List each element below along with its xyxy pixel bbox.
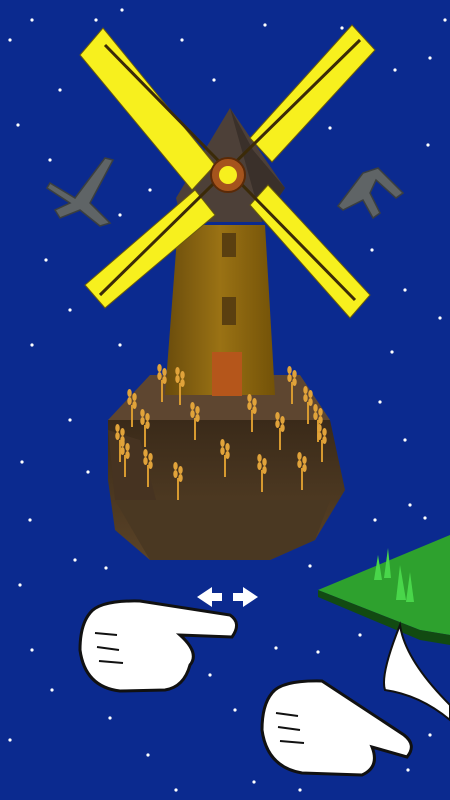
star — [48, 158, 52, 162]
star — [340, 26, 344, 30]
star — [108, 716, 112, 720]
star — [120, 8, 124, 12]
star — [370, 248, 374, 252]
star — [443, 18, 447, 22]
star — [403, 438, 407, 442]
star — [212, 78, 216, 82]
star — [16, 123, 20, 127]
star — [316, 650, 320, 654]
star — [73, 558, 77, 562]
star — [174, 788, 178, 792]
star — [403, 288, 407, 292]
star — [18, 583, 22, 587]
star — [263, 23, 267, 27]
star — [30, 343, 34, 347]
star — [8, 38, 12, 42]
star — [298, 788, 302, 792]
star — [20, 460, 24, 464]
star — [308, 564, 312, 568]
star — [233, 708, 237, 712]
windmill-window-2 — [222, 297, 236, 325]
star — [252, 780, 256, 784]
star — [274, 646, 278, 650]
star — [8, 738, 12, 742]
star — [118, 343, 122, 347]
star — [118, 213, 122, 217]
star — [94, 18, 98, 22]
game-scene[interactable] — [0, 0, 450, 800]
star — [208, 673, 212, 677]
star — [28, 518, 32, 522]
star — [406, 768, 410, 772]
star — [50, 688, 54, 692]
star — [426, 143, 430, 147]
star — [148, 188, 152, 192]
star — [378, 400, 382, 404]
star — [68, 308, 72, 312]
star — [393, 68, 397, 72]
star — [30, 18, 34, 22]
windmill-door — [212, 352, 242, 396]
star — [68, 418, 72, 422]
star — [428, 56, 432, 60]
windmill-hub-center — [219, 166, 237, 184]
star — [438, 316, 442, 320]
star — [423, 516, 427, 520]
star — [44, 258, 48, 262]
star — [104, 566, 108, 570]
star — [428, 733, 432, 737]
star — [328, 126, 332, 130]
star — [30, 648, 34, 652]
star — [390, 350, 394, 354]
star — [408, 503, 412, 507]
star — [373, 518, 377, 522]
star — [86, 470, 90, 474]
star — [358, 633, 362, 637]
windmill-window-1 — [222, 233, 236, 257]
star — [58, 88, 62, 92]
star — [180, 38, 184, 42]
star — [146, 753, 150, 757]
